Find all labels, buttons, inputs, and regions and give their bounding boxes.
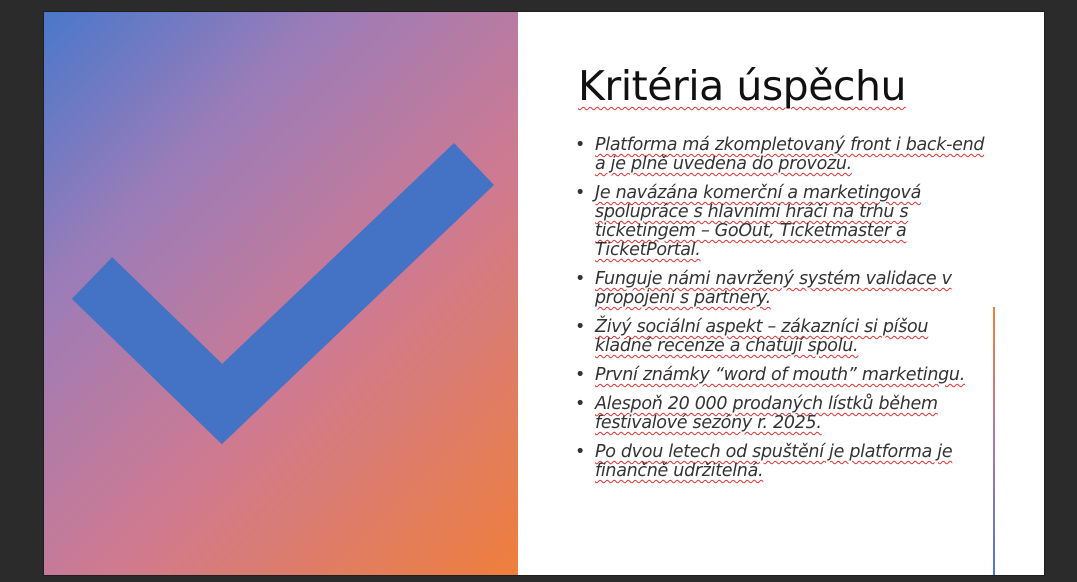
bullet-icon: • [575, 394, 586, 414]
bullet-icon: • [575, 183, 586, 203]
bullet-text: Je navázána komerční a marketingová spol… [595, 183, 922, 260]
bullet-icon: • [575, 365, 586, 385]
bullet-icon: • [575, 135, 586, 155]
accent-line [993, 307, 995, 575]
bullet-text: Platforma má zkompletovaný front i back-… [595, 135, 985, 174]
editor-canvas: Kritéria úspěchu • Platforma má zkomplet… [0, 0, 1077, 582]
list-item: • Funguje námi navržený systém validace … [575, 270, 987, 308]
slide[interactable]: Kritéria úspěchu • Platforma má zkomplet… [44, 12, 1044, 575]
bullet-text: Po dvou letech od spuštění je platforma … [595, 442, 953, 481]
list-item: • Platforma má zkompletovaný front i bac… [575, 136, 987, 174]
list-item: • Je navázána komerční a marketingová sp… [575, 184, 987, 260]
bullet-text: Alespoň 20 000 prodaných lístků během fe… [595, 394, 938, 433]
list-item: • Živý sociální aspekt – zákazníci si pí… [575, 318, 987, 356]
bullet-text: Živý sociální aspekt – zákazníci si píšo… [595, 317, 929, 356]
bullet-text: První známky “word of mouth” marketingu. [595, 365, 965, 385]
list-item: • Alespoň 20 000 prodaných lístků během … [575, 395, 987, 433]
checkmark-icon [71, 143, 494, 445]
bullet-icon: • [575, 317, 586, 337]
bullet-list[interactable]: • Platforma má zkompletovaný front i bac… [575, 136, 987, 491]
list-item: • První známky “word of mouth” marketing… [575, 366, 987, 385]
gradient-image-panel[interactable] [44, 12, 518, 575]
bullet-icon: • [575, 269, 586, 289]
list-item: • Po dvou letech od spuštění je platform… [575, 443, 987, 481]
bullet-text: Funguje námi navržený systém validace v … [595, 269, 952, 308]
bullet-icon: • [575, 442, 586, 462]
slide-title[interactable]: Kritéria úspěchu [578, 62, 906, 110]
